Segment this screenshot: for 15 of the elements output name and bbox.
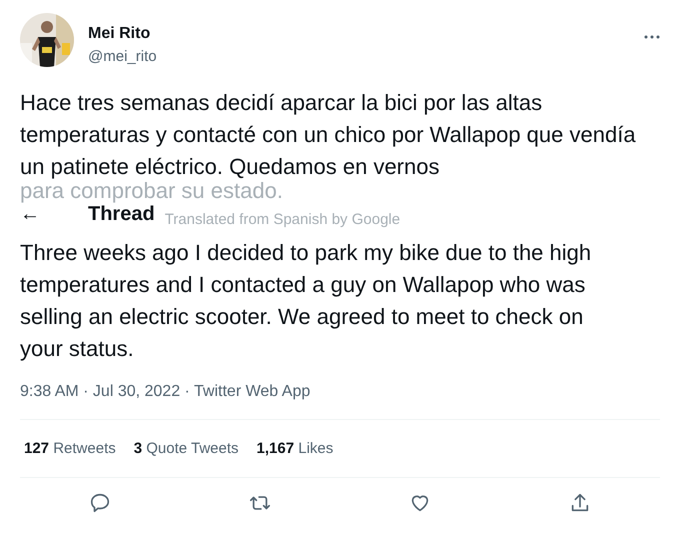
- stat-link[interactable]: 3 Quote Tweets: [134, 440, 239, 457]
- translation-note: Translated from Spanish by Google: [164, 210, 400, 228]
- stat-link[interactable]: 1,167 Likes: [256, 440, 334, 457]
- header-title: Thread: [88, 202, 155, 226]
- stat-link[interactable]: 127 Retweets: [24, 440, 116, 457]
- share-icon[interactable]: [569, 492, 591, 514]
- tweet-text: Hace tres semanas decidí aparcar la bici por las altas temperaturas y contacté con un chico por Wallapop que vendía un patinete eléctrico. Quedamos en vernos: [20, 89, 637, 181]
- author-handle[interactable]: @mei_rito: [88, 48, 630, 65]
- reply-icon[interactable]: [89, 492, 111, 514]
- back-button[interactable]: ←: [20, 202, 88, 226]
- tweet-meta: 9:38 AM · Jul 30, 2022 · Twitter Web App: [20, 383, 310, 400]
- author-name[interactable]: Mei Rito: [88, 25, 630, 43]
- faded-text: para comprobar su estado.: [20, 178, 283, 203]
- translated-text: Three weeks ago I decided to park my bike due to the high temperatures and I contacted a guy on Wallapop who was selling an electric scooter. We agreed to meet to check on your status.: [20, 239, 592, 363]
- more-icon[interactable]: [644, 35, 660, 39]
